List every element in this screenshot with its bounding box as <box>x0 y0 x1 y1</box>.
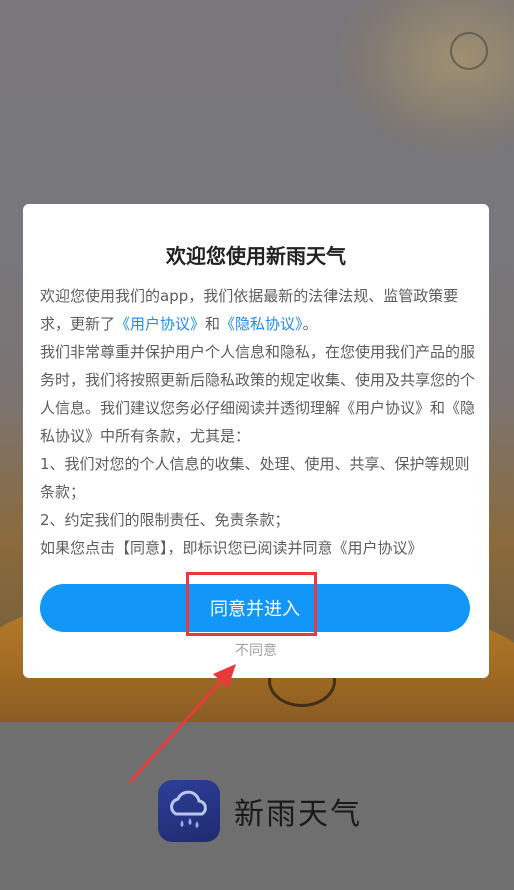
disagree-link[interactable]: 不同意 <box>23 640 489 660</box>
consent-paragraph: 如果您点击【同意】，即标识您已阅读并同意《用户协议》 <box>40 539 423 557</box>
privacy-policy-link[interactable]: 《隐私协议》 <box>220 315 303 333</box>
app-name: 新雨天气 <box>234 797 362 832</box>
privacy-paragraph: 我们非常尊重并保护用户个人信息和隐私，在您使用我们产品的服务时，我们将按照更新后… <box>40 343 476 445</box>
cloud-rain-icon <box>158 780 220 842</box>
user-agreement-link[interactable]: 《用户协议》 <box>115 315 205 333</box>
ring-decoration <box>450 32 488 70</box>
sun-glow <box>330 0 514 160</box>
annotation-highlight-box <box>186 572 317 636</box>
dialog-body: 欢迎您使用我们的app，我们依据最新的法律法规、监管政策要求，更新了《用户协议》… <box>40 282 476 562</box>
splash-brand: 新雨天气 <box>158 780 362 842</box>
terms-item-1: 1、我们对您的个人信息的收集、处理、使用、共享、保护等规则条款； <box>40 455 470 501</box>
intro-and: 和 <box>205 315 221 333</box>
intro-paragraph: 欢迎您使用我们的app，我们依据最新的法律法规、监管政策要求，更新了《用户协议》… <box>40 282 476 338</box>
dialog-title: 欢迎您使用新雨天气 <box>166 244 346 268</box>
intro-period: 。 <box>302 315 318 333</box>
terms-item-2: 2、约定我们的限制责任、免责条款； <box>40 511 290 529</box>
